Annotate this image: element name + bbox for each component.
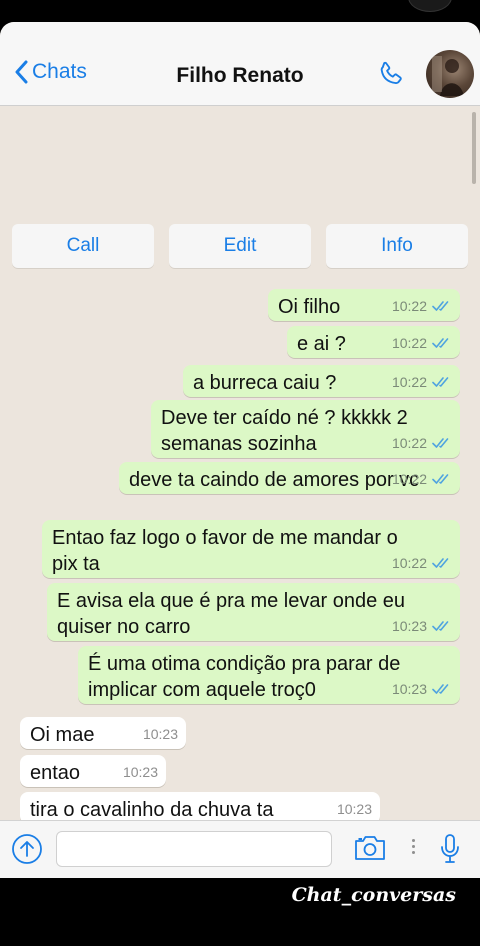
outgoing-message[interactable]: Deve ter caído né ? kkkkk 2 semanas sozi… [151,400,460,458]
double-check-icon [432,684,449,694]
message-time: 10:23 [391,618,427,634]
more-dots-icon [412,839,416,857]
outgoing-message[interactable]: Oi filho 10:22 [268,289,460,321]
message-meta: 10:22 [392,293,452,319]
message-meta: 10:22 [392,550,452,576]
chat-screen: Chats Filho Renato Call Edit Info Oi fil… [0,22,480,878]
double-check-icon [432,438,449,448]
message-time: 10:22 [391,555,427,571]
message-time: 10:22 [391,374,427,390]
chat-header: Chats Filho Renato [0,22,480,106]
contact-actions: Call Edit Info [12,224,468,268]
double-check-icon [432,621,449,631]
message-meta: 10:22 [392,466,452,492]
message-text: Entao faz logo o favor de me mandar o pi… [52,527,398,575]
message-meta: 10:23 [123,759,158,785]
message-time: 10:22 [391,335,427,351]
camera-notch [408,0,452,12]
outgoing-message[interactable]: deve ta caindo de amores por vc 10:22 [119,462,460,494]
scrollbar[interactable] [472,112,476,184]
avatar[interactable] [426,50,474,98]
outgoing-message[interactable]: É uma otima condição pra parar de implic… [78,646,460,704]
message-time: 10:22 [391,435,427,451]
outgoing-message[interactable]: a burreca caiu ? 10:22 [183,365,460,397]
camera-icon[interactable] [353,834,387,867]
info-button[interactable]: Info [326,224,468,268]
call-button[interactable]: Call [12,224,154,268]
message-meta: 10:23 [337,796,372,822]
outgoing-message[interactable]: E avisa ela que é pra me levar onde eu q… [47,583,460,641]
message-time: 10:22 [391,471,427,487]
watermark-label: Chat_conversas [291,884,456,906]
message-input[interactable] [56,831,332,867]
microphone-icon[interactable] [440,833,460,870]
contact-name[interactable]: Filho Renato [0,64,480,88]
message-time: 10:23 [391,681,427,697]
message-meta: 10:22 [392,330,452,356]
edit-button[interactable]: Edit [169,224,311,268]
input-bar [0,820,480,878]
double-check-icon [432,558,449,568]
double-check-icon [432,474,449,484]
message-meta: 10:23 [143,721,178,747]
message-time: 10:22 [391,298,427,314]
phone-icon[interactable] [376,60,406,95]
incoming-message[interactable]: Oi mae 10:23 [20,717,186,749]
upload-arrow-icon[interactable] [11,833,43,870]
message-time: 10:23 [142,726,178,742]
status-strip [0,0,480,22]
double-check-icon [432,301,449,311]
message-meta: 10:23 [392,676,452,702]
message-meta: 10:22 [392,430,452,456]
message-meta: 10:23 [392,613,452,639]
outgoing-message[interactable]: e ai ? 10:22 [287,326,460,358]
double-check-icon [432,338,449,348]
double-check-icon [432,377,449,387]
incoming-message[interactable]: entao 10:23 [20,755,166,787]
message-meta: 10:22 [392,369,452,395]
message-time: 10:23 [122,764,158,780]
outgoing-message[interactable]: Entao faz logo o favor de me mandar o pi… [42,520,460,578]
message-time: 10:23 [336,801,372,817]
